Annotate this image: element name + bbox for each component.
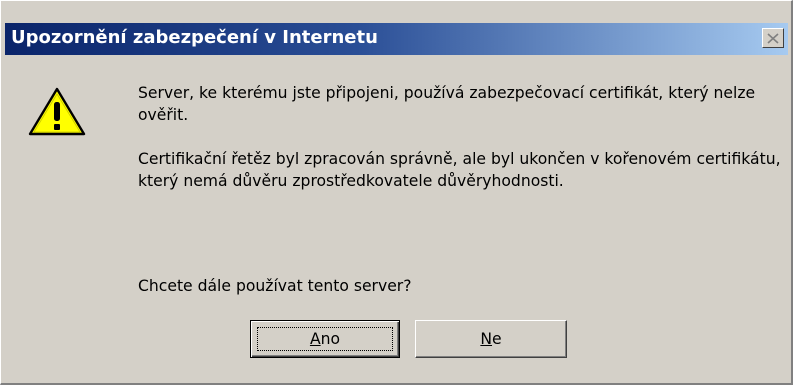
title-bar[interactable]: Upozornění zabezpečení v Internetu	[5, 23, 788, 55]
message-question: Chcete dále používat tento server?	[138, 277, 412, 295]
no-button-rest: e	[492, 330, 502, 348]
security-alert-dialog: Upozornění zabezpečení v Internetu Serve…	[0, 0, 793, 385]
yes-button-accesskey: A	[309, 330, 321, 348]
warning-icon	[28, 87, 86, 136]
window-title: Upozornění zabezpečení v Internetu	[11, 27, 378, 48]
no-button-label: Ne	[480, 330, 501, 348]
no-button-accesskey: N	[480, 330, 493, 348]
message-paragraph-2: Certifikační řetěz byl zpracován správně…	[138, 150, 781, 190]
no-button[interactable]: Ne	[415, 320, 567, 358]
message-paragraph-1: Server, ke kterému jste připojeni, použí…	[138, 84, 756, 124]
yes-button-rest: no	[320, 330, 341, 348]
yes-button[interactable]: Ano	[250, 320, 400, 358]
close-icon	[767, 32, 779, 44]
yes-button-label: Ano	[310, 330, 340, 348]
close-button[interactable]	[762, 28, 784, 48]
